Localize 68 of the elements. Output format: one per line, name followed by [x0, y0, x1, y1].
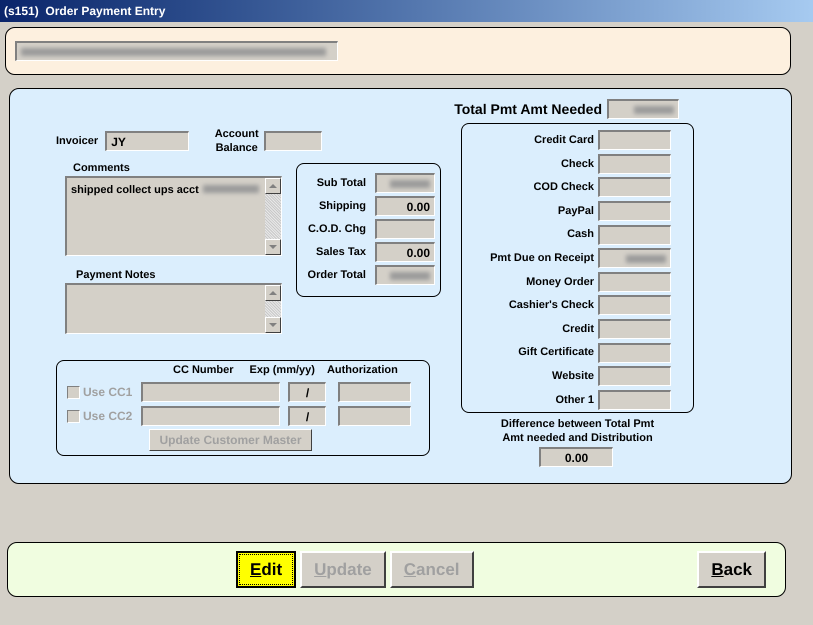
- field-label: Check: [560, 156, 594, 172]
- field-label: Credit Card: [534, 133, 594, 148]
- authorization-field[interactable]: [338, 406, 411, 426]
- amount-field[interactable]: [375, 219, 435, 239]
- payment-field[interactable]: [598, 319, 671, 340]
- payment-field[interactable]: [598, 272, 671, 292]
- payment-field[interactable]: [598, 295, 671, 316]
- field-label: C.O.D. Chg: [308, 222, 366, 237]
- payment-field[interactable]: [598, 248, 671, 268]
- field-label: Money Order: [526, 274, 594, 290]
- redacted-value: [634, 106, 674, 114]
- amount-field[interactable]: [375, 265, 435, 285]
- payment-field[interactable]: [598, 366, 671, 386]
- field-label: Other 1: [555, 392, 594, 408]
- amount-field[interactable]: 0.00: [375, 196, 435, 216]
- field-label: Account Balance: [214, 127, 260, 155]
- account-balance-field[interactable]: [264, 131, 322, 151]
- field-label: Comments: [73, 161, 131, 175]
- field-label: Sales Tax: [316, 244, 366, 260]
- payment-field[interactable]: [598, 154, 671, 174]
- card-number-field[interactable]: [141, 406, 280, 426]
- up-arrow-icon: [269, 291, 278, 295]
- header-field[interactable]: [15, 41, 338, 61]
- total-needed-field[interactable]: [607, 99, 679, 119]
- field-label: Sub Total: [316, 176, 366, 191]
- field-label: Invoicer: [56, 134, 98, 149]
- comments-field[interactable]: shipped collect ups acct: [65, 176, 282, 256]
- total-needed-label: Total Pmt Amt Needed: [454, 100, 602, 118]
- field-label: Cash: [567, 227, 594, 242]
- action-button[interactable]: Back: [697, 551, 766, 588]
- window-title: (s151) Order Payment Entry: [0, 0, 813, 22]
- field-label: Order Total: [308, 268, 366, 283]
- authorization-field[interactable]: [338, 382, 411, 402]
- down-arrow-icon: [269, 323, 278, 327]
- redacted-value: [390, 180, 430, 188]
- column-header: CC Number: [173, 362, 234, 378]
- difference-label: Difference between Total Pmt Amt needed and Distribution: [500, 417, 656, 445]
- payment-field[interactable]: [598, 390, 671, 410]
- action-button[interactable]: Edit: [236, 551, 296, 588]
- column-header: Authorization: [326, 362, 398, 378]
- redacted-value: [202, 185, 259, 193]
- amount-field[interactable]: 0.00: [375, 242, 435, 262]
- payment-notes-field[interactable]: [65, 283, 282, 334]
- amount-field[interactable]: [375, 173, 435, 193]
- field-label: Pmt Due on Receipt: [490, 251, 594, 266]
- card-number-field[interactable]: [141, 382, 280, 402]
- scrollbar[interactable]: [265, 178, 282, 255]
- down-arrow-icon: [269, 245, 278, 249]
- field-label: PayPal: [558, 204, 594, 219]
- payment-field[interactable]: [598, 342, 671, 363]
- scrollbar[interactable]: [265, 285, 282, 333]
- field-label: Website: [552, 368, 594, 384]
- invoicer-field[interactable]: JY: [105, 131, 190, 151]
- difference-field[interactable]: 0.00: [539, 447, 613, 467]
- redacted-value: [390, 272, 430, 280]
- payment-field[interactable]: [598, 224, 671, 245]
- field-label: Payment Notes: [76, 268, 156, 282]
- field-label: Cashier's Check: [508, 298, 594, 314]
- field-label: Credit: [562, 322, 594, 337]
- up-arrow-icon: [269, 184, 278, 188]
- payment-field[interactable]: [598, 130, 671, 150]
- redacted-value: [626, 254, 666, 263]
- column-header: Exp (mm/yy): [250, 362, 315, 378]
- field-label: COD Check: [533, 180, 594, 196]
- field-label: Shipping: [318, 198, 366, 214]
- field-label: Gift Certificate: [518, 345, 594, 360]
- payment-field[interactable]: [598, 177, 671, 198]
- payment-field[interactable]: [598, 201, 671, 222]
